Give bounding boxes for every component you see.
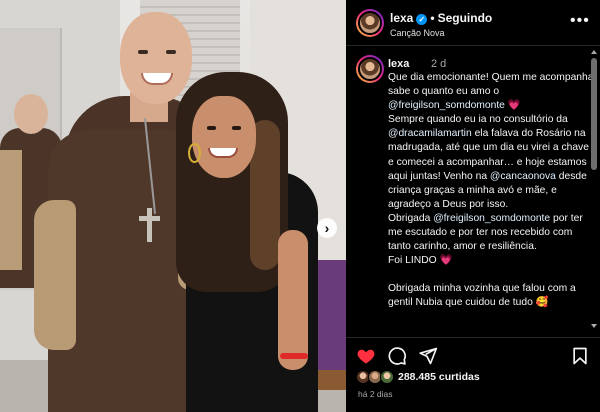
chevron-right-icon: › xyxy=(324,220,330,236)
mention-link[interactable]: @cancaonova xyxy=(490,171,556,182)
next-photo-button[interactable]: › xyxy=(317,218,337,238)
caption-text: Que dia emocionante! Quem me acompanha s… xyxy=(388,71,594,311)
caption-paragraph: Que dia emocionante! Quem me acompanha s… xyxy=(388,71,594,113)
caption-scrollbar[interactable] xyxy=(590,48,598,332)
woman-face xyxy=(192,96,256,178)
avatar-image xyxy=(358,11,382,35)
post-date[interactable]: há 2 dias xyxy=(358,389,393,399)
follow-status-button[interactable]: Seguindo xyxy=(438,11,493,25)
likes-count[interactable]: 288.485 curtidas xyxy=(398,371,480,383)
separator-dot: • xyxy=(430,11,435,25)
monk-sleeve xyxy=(34,200,76,350)
scrollbar-thumb[interactable] xyxy=(591,58,597,170)
caption-segment: Sempre quando eu ia no consultório da xyxy=(388,114,568,126)
avatar-image xyxy=(358,57,382,81)
caption-username[interactable]: lexa xyxy=(388,58,409,70)
bookmark-icon[interactable] xyxy=(570,346,590,366)
comment-icon[interactable] xyxy=(387,346,407,366)
cross-pendant xyxy=(147,208,152,242)
send-icon[interactable] xyxy=(418,346,438,366)
caption-segment: Foi LINDO xyxy=(388,255,440,267)
woman-eye xyxy=(232,126,241,130)
caption-paragraph: Obrigada @freigilson_somdomonte por ter … xyxy=(388,212,594,254)
heart-emoji: 💗 xyxy=(439,255,453,267)
earring xyxy=(188,143,201,163)
action-bar xyxy=(346,337,600,373)
avatar[interactable] xyxy=(356,9,384,37)
mention-link[interactable]: @dracamilamartin xyxy=(388,128,472,139)
likes-row[interactable]: 288.485 curtidas xyxy=(346,370,600,386)
liker-avatar xyxy=(380,370,394,384)
post-header: lexa ✓ • Seguindo Canção Nova ••• xyxy=(346,0,600,46)
caption-paragraph: Obrigada minha vozinha que falou com a g… xyxy=(388,282,594,310)
caption-area: lexa 2 d Que dia emocionante! Quem me ac… xyxy=(346,47,600,337)
post-photo[interactable]: › xyxy=(0,0,346,412)
mention-link[interactable]: @freigilson_somdomonte xyxy=(388,100,505,111)
photo-purple-bag xyxy=(315,260,346,370)
caption-avatar[interactable] xyxy=(356,55,384,83)
monk-eye xyxy=(138,50,148,54)
scroll-up-arrow-icon[interactable] xyxy=(591,50,597,54)
verified-icon: ✓ xyxy=(416,14,428,25)
woman-arm xyxy=(278,230,308,370)
woman-eye xyxy=(207,126,216,130)
mention-link[interactable]: @freigilson_somdomonte xyxy=(433,213,550,224)
caption-paragraph: Foi LINDO 💗 xyxy=(388,254,594,268)
monk-eye xyxy=(166,50,176,54)
location-link[interactable]: Canção Nova xyxy=(390,28,445,38)
caption-segment: Que dia emocionante! Quem me acompanha s… xyxy=(388,72,594,98)
cross-pendant-bar xyxy=(139,216,160,221)
header-user-line: lexa ✓ • Seguindo xyxy=(390,11,492,25)
caption-time[interactable]: 2 d xyxy=(431,58,446,70)
bracelet xyxy=(280,353,308,359)
heart-filled-icon[interactable] xyxy=(356,346,376,366)
post-side-panel: lexa ✓ • Seguindo Canção Nova ••• lexa 2 d … xyxy=(346,0,600,412)
smiling-face-emoji: 🥰 xyxy=(535,297,549,309)
more-options-icon[interactable]: ••• xyxy=(570,12,590,30)
username-link[interactable]: lexa xyxy=(390,11,413,25)
photo-reflection-arm xyxy=(0,150,22,270)
caption-segment: Obrigada xyxy=(388,212,434,224)
monk-head xyxy=(120,12,192,104)
scroll-down-arrow-icon[interactable] xyxy=(591,324,597,328)
heart-emoji: 💗 xyxy=(507,100,521,112)
photo-reflection-head xyxy=(14,94,48,134)
caption-paragraph: Sempre quando eu ia no consultório da @d… xyxy=(388,113,594,212)
caption-gap xyxy=(388,268,594,282)
